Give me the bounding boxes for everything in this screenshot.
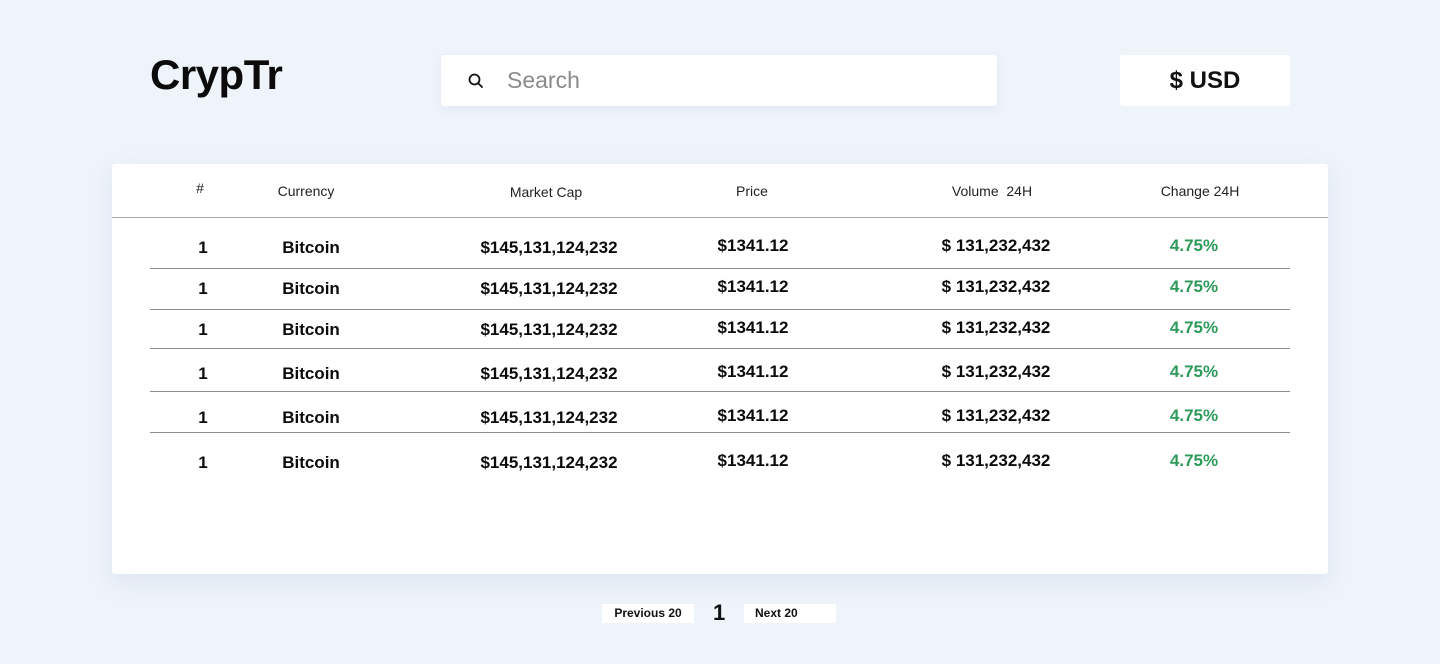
app-logo: CrypTr (150, 51, 283, 98)
cell-price: $1341.12 (717, 318, 789, 337)
cell-currency-name: Bitcoin (282, 453, 340, 472)
table-row[interactable]: 1 Bitcoin $145,131,124,232 $1341.12 $ 13… (150, 269, 1290, 310)
table-header: # Currency Market Cap Price Volume 24H C… (112, 164, 1328, 218)
cell-currency-name: Bitcoin (282, 279, 340, 298)
cell-rank: 1 (198, 408, 208, 427)
cell-market-cap: $145,131,124,232 (480, 453, 618, 472)
cell-currency-name: Bitcoin (282, 238, 340, 257)
current-page-number: 1 (713, 600, 726, 625)
cell-change: 4.75% (1169, 451, 1219, 470)
cell-market-cap: $145,131,124,232 (480, 279, 618, 298)
column-header-currency[interactable]: Currency (278, 183, 335, 199)
cell-volume: $ 131,232,432 (941, 277, 1051, 296)
cell-change: 4.75% (1169, 318, 1219, 337)
search-icon (468, 73, 484, 89)
cell-volume: $ 131,232,432 (941, 451, 1051, 470)
cell-volume: $ 131,232,432 (941, 362, 1051, 381)
search-input[interactable] (507, 67, 947, 94)
currency-selector-button[interactable]: $ USD (1120, 55, 1290, 106)
cell-change: 4.75% (1169, 236, 1219, 255)
cell-volume: $ 131,232,432 (941, 406, 1051, 425)
cell-currency-name: Bitcoin (282, 364, 340, 383)
cell-currency-name: Bitcoin (282, 320, 340, 339)
column-header-change-24h[interactable]: Change 24H (1161, 183, 1240, 199)
cell-change: 4.75% (1169, 406, 1219, 425)
cell-change: 4.75% (1169, 362, 1219, 381)
table-row[interactable]: 1 Bitcoin $145,131,124,232 $1341.12 $ 13… (150, 349, 1290, 392)
cell-market-cap: $145,131,124,232 (480, 238, 618, 257)
column-header-volume-24h[interactable]: Volume 24H (952, 183, 1032, 199)
cell-price: $1341.12 (717, 406, 789, 425)
column-header-price[interactable]: Price (736, 183, 768, 199)
crypto-table-card: # Currency Market Cap Price Volume 24H C… (112, 164, 1328, 574)
cell-volume: $ 131,232,432 (941, 318, 1051, 337)
cell-currency-name: Bitcoin (282, 408, 340, 427)
search-bar[interactable] (441, 55, 997, 106)
cell-price: $1341.12 (717, 277, 789, 296)
pagination: Previous 20 1 Next 20 (0, 600, 1440, 625)
cell-rank: 1 (198, 279, 208, 298)
cell-volume: $ 131,232,432 (941, 236, 1051, 255)
cell-rank: 1 (198, 320, 208, 339)
table-row[interactable]: 1 Bitcoin $145,131,124,232 $1341.12 $ 13… (150, 218, 1290, 269)
table-row[interactable]: 1 Bitcoin $145,131,124,232 $1341.12 $ 13… (150, 310, 1290, 349)
cell-price: $1341.12 (717, 362, 789, 381)
previous-page-button[interactable]: Previous 20 (602, 604, 694, 623)
cell-rank: 1 (198, 453, 208, 472)
next-page-button[interactable]: Next 20 (744, 604, 836, 623)
cell-market-cap: $145,131,124,232 (480, 408, 618, 427)
cell-change: 4.75% (1169, 277, 1219, 296)
column-header-market-cap[interactable]: Market Cap (510, 184, 582, 200)
cell-price: $1341.12 (717, 236, 789, 255)
table-row[interactable]: 1 Bitcoin $145,131,124,232 $1341.12 $ 13… (150, 433, 1290, 483)
cell-market-cap: $145,131,124,232 (480, 364, 618, 383)
cell-price: $1341.12 (717, 451, 789, 470)
column-header-rank[interactable]: # (196, 180, 204, 196)
table-row[interactable]: 1 Bitcoin $145,131,124,232 $1341.12 $ 13… (150, 392, 1290, 433)
cell-market-cap: $145,131,124,232 (480, 320, 618, 339)
cell-rank: 1 (198, 364, 208, 383)
cell-rank: 1 (198, 238, 208, 257)
